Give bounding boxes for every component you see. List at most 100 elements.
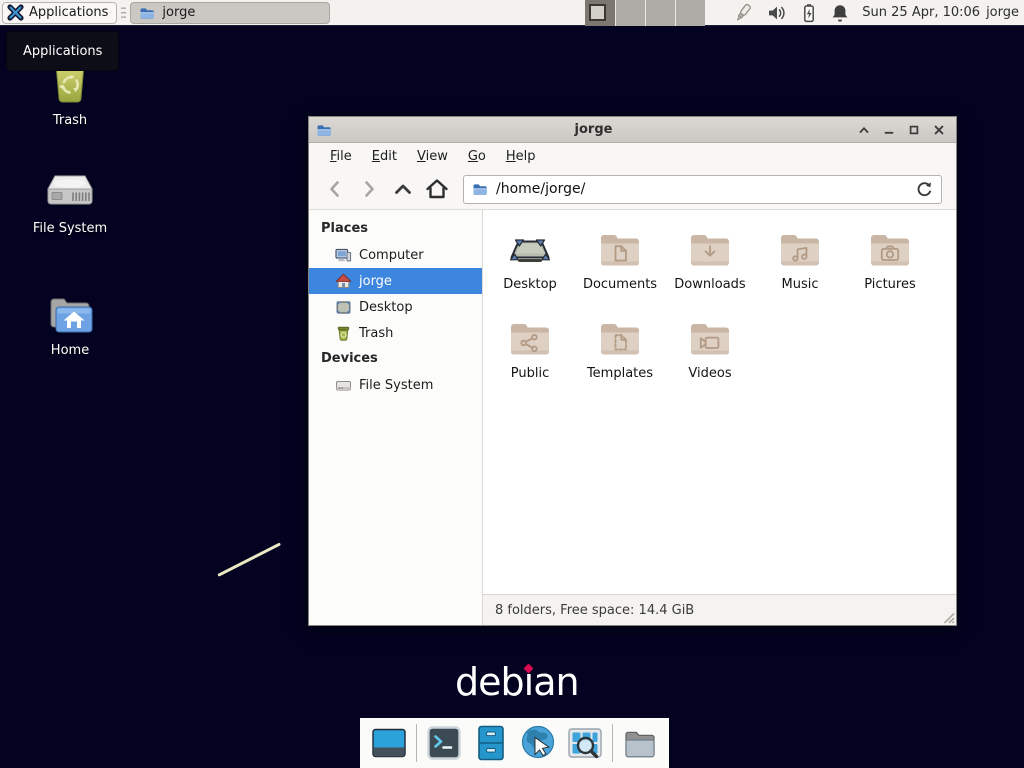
desktop-icon-file-system[interactable]: File System	[18, 168, 122, 236]
panel-clock[interactable]: Sun 25 Apr, 10:06	[862, 5, 980, 20]
desktop-icon-label: Home	[51, 343, 89, 358]
dock-finder-icon[interactable]	[565, 723, 605, 763]
computer-icon	[335, 247, 352, 264]
sidebar-item-trash[interactable]: Trash	[309, 320, 482, 346]
workspace-4[interactable]	[675, 0, 705, 26]
minimize-button[interactable]	[880, 121, 898, 139]
resize-grip[interactable]	[942, 611, 955, 624]
file-music[interactable]: Music	[755, 229, 845, 292]
file-label: Downloads	[674, 277, 745, 292]
sidebar-item-label: Computer	[359, 248, 424, 263]
dock-separator	[612, 724, 613, 762]
menu-edit[interactable]: Edit	[363, 145, 406, 168]
system-tray	[731, 3, 850, 23]
folder-templates-icon	[596, 318, 644, 360]
close-button[interactable]	[930, 121, 948, 139]
location-bar[interactable]: /home/jorge/	[463, 175, 942, 204]
home-button[interactable]	[423, 175, 451, 203]
taskbar-window-label: jorge	[162, 5, 195, 20]
trash-mini-icon	[335, 325, 352, 342]
desktop-special-icon	[506, 229, 554, 271]
file-label: Desktop	[503, 277, 557, 292]
home-red-icon	[335, 273, 352, 290]
xfce-logo-icon	[7, 4, 24, 21]
applications-menu-label: Applications	[29, 5, 108, 20]
clipman-icon[interactable]	[731, 3, 755, 23]
folder-music-icon	[776, 229, 824, 271]
debian-wordmark: debıan	[455, 660, 579, 706]
back-button[interactable]	[321, 175, 349, 203]
sidebar-item-desktop[interactable]: Desktop	[309, 294, 482, 320]
desktop-stray-line	[217, 542, 281, 576]
taskbar-window-button[interactable]: jorge	[130, 2, 330, 24]
file-pictures[interactable]: Pictures	[845, 229, 935, 292]
menu-go[interactable]: Go	[459, 145, 495, 168]
window-titlebar[interactable]: jorge	[309, 117, 956, 143]
workspace-1[interactable]	[585, 0, 615, 26]
drive-icon	[43, 168, 97, 214]
maximize-button[interactable]	[905, 121, 923, 139]
status-text: 8 folders, Free space: 14.4 GiB	[495, 603, 694, 618]
panel-user-label[interactable]: jorge	[986, 5, 1019, 20]
file-list-view[interactable]: Desktop Documents Downloads Music Pictures Pu…	[483, 210, 956, 594]
dock-folder-icon[interactable]	[620, 723, 660, 763]
file-downloads[interactable]: Downloads	[665, 229, 755, 292]
sidebar-item-label: Desktop	[359, 300, 413, 315]
workspace-switcher	[585, 0, 705, 26]
window-title: jorge	[338, 122, 849, 137]
file-label: Documents	[583, 277, 657, 292]
top-panel: Applications jorge Sun 25 Apr, 10:06 jor…	[0, 0, 1024, 26]
location-input[interactable]: /home/jorge/	[496, 181, 907, 197]
folder-pictures-icon	[866, 229, 914, 271]
bell-icon[interactable]	[830, 3, 850, 23]
applications-tooltip-text: Applications	[23, 44, 102, 59]
dock-globe-icon[interactable]	[518, 723, 558, 763]
menu-file[interactable]: File	[321, 145, 361, 168]
sidebar-header-devices: Devices	[309, 346, 482, 372]
menu-help[interactable]: Help	[497, 145, 545, 168]
sidebar-item-jorge[interactable]: jorge	[309, 268, 482, 294]
file-label: Pictures	[864, 277, 915, 292]
menu-view[interactable]: View	[408, 145, 457, 168]
sidebar-header-places: Places	[309, 216, 482, 242]
dock-window-icon[interactable]	[369, 723, 409, 763]
folder-downloads-icon	[686, 229, 734, 271]
drive-mini-icon	[335, 377, 352, 394]
dock-cabinet-icon[interactable]	[471, 723, 511, 763]
workspace-3[interactable]	[645, 0, 675, 26]
location-folder-icon	[472, 181, 488, 197]
up-button[interactable]	[389, 175, 417, 203]
file-public[interactable]: Public	[485, 318, 575, 381]
file-templates[interactable]: Templates	[575, 318, 665, 381]
dock-terminal-icon[interactable]	[424, 723, 464, 763]
file-documents[interactable]: Documents	[575, 229, 665, 292]
file-videos[interactable]: Videos	[665, 318, 755, 381]
panel-drag-handle[interactable]	[120, 6, 127, 20]
home-folder-icon	[43, 290, 97, 336]
debian-i: ı	[524, 660, 534, 706]
workspace-2[interactable]	[615, 0, 645, 26]
sidebar-item-label: File System	[359, 378, 433, 393]
battery-icon[interactable]	[799, 3, 819, 23]
desktop-mini-icon	[335, 299, 352, 316]
window-controls	[855, 121, 948, 139]
folder-public-icon	[506, 318, 554, 360]
desktop-icon-label: File System	[33, 221, 107, 236]
desktop-icon-home[interactable]: Home	[18, 290, 122, 358]
places-sidebar: Places Computer jorge Desktop TrashDevices Fi…	[309, 210, 483, 625]
sidebar-item-file-system[interactable]: File System	[309, 372, 482, 398]
file-manager-window: jorge FileEditViewGoHelp /home/jorge/ Pl…	[308, 116, 957, 626]
shade-button[interactable]	[855, 121, 873, 139]
file-label: Public	[511, 366, 549, 381]
forward-button[interactable]	[355, 175, 383, 203]
applications-menu-button[interactable]: Applications	[2, 2, 117, 24]
toolbar: /home/jorge/	[309, 169, 956, 210]
folder-videos-icon	[686, 318, 734, 360]
status-bar: 8 folders, Free space: 14.4 GiB	[483, 594, 956, 625]
volume-icon[interactable]	[766, 3, 788, 23]
dock-separator	[416, 724, 417, 762]
bottom-dock	[360, 718, 669, 768]
reload-icon[interactable]	[915, 180, 933, 198]
sidebar-item-computer[interactable]: Computer	[309, 242, 482, 268]
file-desktop[interactable]: Desktop	[485, 229, 575, 292]
